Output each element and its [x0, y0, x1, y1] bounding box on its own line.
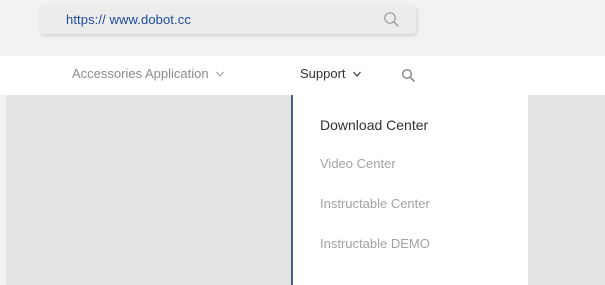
- menu-item-download-center[interactable]: Download Center: [320, 117, 428, 133]
- menu-item-instructable-demo[interactable]: Instructable DEMO: [320, 236, 430, 251]
- content-panel-right: [528, 95, 605, 285]
- page: https:// www.dobot.cc Accessories Applic…: [0, 0, 605, 285]
- nav-item-accessories-application[interactable]: Accessories Application: [72, 66, 225, 81]
- menu-item-instructable-center[interactable]: Instructable Center: [320, 196, 430, 211]
- search-icon[interactable]: [401, 68, 416, 83]
- chevron-down-icon: [352, 71, 361, 77]
- url-text[interactable]: https:// www.dobot.cc: [66, 12, 191, 27]
- chevron-down-icon: [215, 71, 224, 77]
- nav-item-support[interactable]: Support: [300, 66, 362, 81]
- search-icon[interactable]: [383, 11, 400, 28]
- menu-item-video-center[interactable]: Video Center: [320, 156, 396, 171]
- nav-item-label: Support: [300, 66, 346, 81]
- main-nav: Accessories Application Support: [0, 56, 605, 95]
- content-panel-left: [6, 95, 293, 285]
- nav-item-label: Accessories Application: [72, 66, 209, 81]
- support-dropdown-menu: Download Center Video Center Instructabl…: [293, 95, 528, 285]
- address-bar[interactable]: https:// www.dobot.cc: [40, 5, 416, 34]
